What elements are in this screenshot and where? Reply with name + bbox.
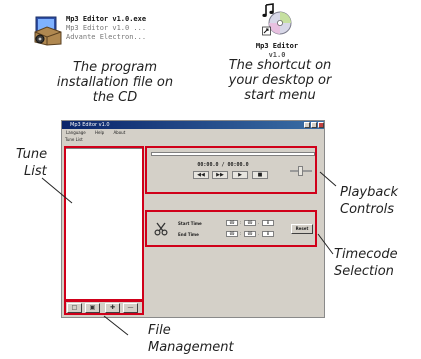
menu-bar: Language Help About — [62, 129, 324, 136]
installer-package-icon[interactable] — [33, 14, 63, 46]
menu-item-language[interactable]: Language — [66, 130, 86, 135]
music-cd-shortcut-icon[interactable] — [262, 3, 292, 37]
file-management-label-line: File — [148, 323, 171, 338]
tune-list-label: Tune List — [16, 146, 47, 180]
file-management-highlight — [64, 299, 144, 315]
shortcut-name: Mp3 Editor — [255, 42, 299, 50]
installer-caption-line: The program — [72, 60, 158, 75]
playback-controls-label: Playback Controls — [340, 184, 398, 218]
installer-company: Advante Electron... — [66, 33, 147, 41]
timecode-selection-label-line: Selection — [334, 264, 394, 279]
menu-item-about[interactable]: About — [113, 130, 125, 135]
playback-controls-label-line: Controls — [340, 202, 395, 217]
playback-controls-label-line: Playback — [340, 185, 399, 200]
shortcut-caption-line: your desktop or — [228, 73, 332, 88]
installer-caption-line: the CD — [92, 90, 138, 105]
shortcut-caption: The shortcut on your desktop or start me… — [205, 58, 355, 103]
installer-description: Mp3 Editor v1.0 ... — [66, 24, 147, 32]
maximize-button[interactable] — [311, 122, 317, 128]
tune-list-caption: Tune List — [65, 137, 83, 142]
installer-caption: The program installation file on the CD — [40, 60, 190, 105]
installer-filename: Mp3 Editor v1.0.exe — [66, 15, 147, 23]
file-management-label: File Management — [148, 322, 234, 356]
menu-item-help[interactable]: Help — [95, 130, 104, 135]
window-title: Mp3 Editor v1.0 — [70, 122, 110, 128]
timecode-selection-label: Timecode Selection — [334, 246, 398, 280]
title-bar[interactable]: Mp3 Editor v1.0 — [62, 121, 324, 129]
timecode-selection-label-line: Timecode — [334, 247, 398, 262]
installer-caption-line: installation file on — [56, 75, 174, 90]
minimize-button[interactable] — [304, 122, 310, 128]
tune-list-label-line: Tune — [16, 147, 48, 162]
tune-list-highlight — [64, 146, 144, 302]
file-management-label-line: Management — [148, 340, 234, 355]
close-button[interactable] — [318, 122, 324, 128]
shortcut-caption-line: start menu — [244, 88, 316, 103]
playback-controls-highlight — [145, 146, 317, 194]
timecode-selection-highlight — [145, 210, 317, 247]
shortcut-caption-line: The shortcut on — [228, 58, 332, 73]
tune-list-label-line: List — [24, 164, 47, 179]
